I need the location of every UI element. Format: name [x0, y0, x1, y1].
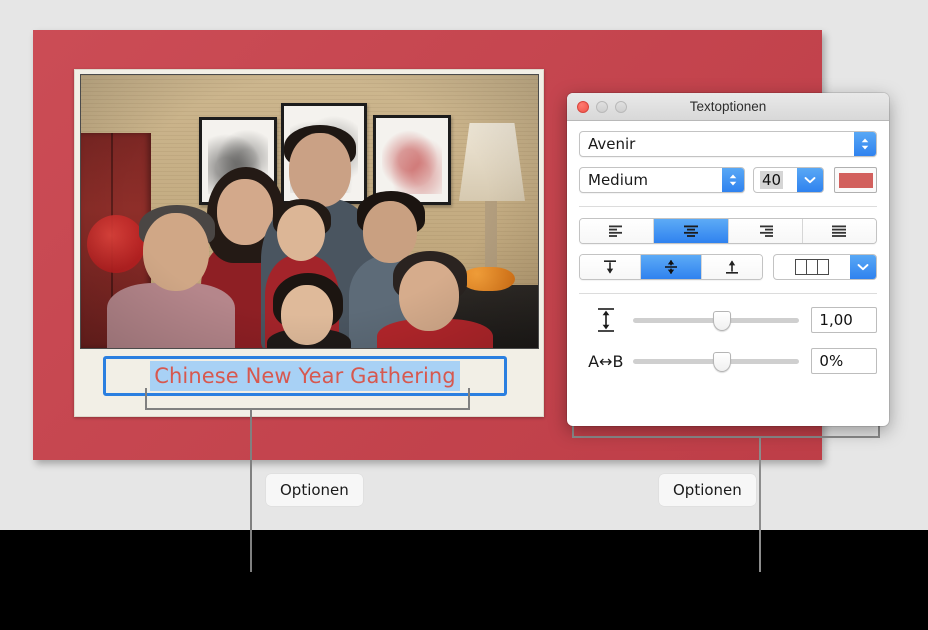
close-button[interactable]	[577, 101, 589, 113]
divider-2	[579, 293, 877, 294]
font-size-field[interactable]: 40	[753, 167, 825, 193]
font-size-value-wrap[interactable]: 40	[754, 171, 797, 189]
line-spacing-slider[interactable]	[632, 310, 800, 331]
character-spacing-icon-label: A↔B	[588, 351, 624, 371]
photo-vignette	[81, 75, 538, 348]
callout-leader-right	[759, 438, 761, 572]
font-style-stepper-icon[interactable]	[722, 168, 745, 192]
text-color-swatch	[838, 172, 873, 188]
columns-chevron-down-icon[interactable]	[850, 255, 876, 279]
text-options-panel[interactable]: Textoptionen Avenir Medium 40 1,00 A↔B 0…	[567, 93, 889, 426]
divider-1	[579, 206, 877, 207]
panel-titlebar[interactable]: Textoptionen	[567, 93, 889, 121]
photo-block[interactable]: Chinese New Year Gathering	[74, 69, 544, 417]
font-family-row: Avenir	[579, 131, 877, 157]
columns-face[interactable]	[774, 259, 850, 275]
font-family-value: Avenir	[588, 135, 636, 153]
callout-leader-left	[250, 410, 252, 572]
zoom-button[interactable]	[615, 101, 627, 113]
font-style-select[interactable]: Medium	[579, 167, 746, 193]
font-style-value: Medium	[588, 171, 648, 189]
align-top-button[interactable]	[580, 255, 641, 279]
family-photo[interactable]	[80, 74, 539, 349]
callout-bracket-left	[145, 388, 470, 410]
character-spacing-row: A↔B 0%	[579, 346, 877, 376]
vertical-alignment-segment[interactable]	[579, 254, 763, 280]
font-size-chevron-down-icon[interactable]	[797, 168, 824, 192]
line-spacing-icon	[579, 307, 633, 333]
font-family-stepper-icon[interactable]	[854, 132, 876, 156]
callout-label-right: Optionen	[659, 474, 756, 506]
character-spacing-value[interactable]: 0%	[811, 348, 877, 374]
columns-icon	[795, 259, 829, 275]
font-style-row: Medium 40	[579, 167, 877, 193]
align-justify-button[interactable]	[802, 219, 876, 243]
align-bottom-button[interactable]	[702, 255, 762, 279]
bottom-black-band	[0, 530, 928, 630]
align-right-button[interactable]	[728, 219, 803, 243]
minimize-button[interactable]	[596, 101, 608, 113]
character-spacing-knob[interactable]	[712, 352, 731, 372]
line-spacing-value[interactable]: 1,00	[811, 307, 877, 333]
caption-text[interactable]: Chinese New Year Gathering	[150, 361, 460, 391]
character-spacing-icon: A↔B	[579, 352, 633, 371]
window-controls	[577, 101, 627, 113]
horizontal-alignment-segment[interactable]	[579, 218, 877, 244]
font-size-value[interactable]: 40	[760, 171, 784, 189]
alignment-row	[579, 218, 877, 244]
text-color-well[interactable]	[834, 167, 877, 193]
align-left-button[interactable]	[580, 219, 655, 243]
columns-select[interactable]	[773, 254, 877, 280]
line-spacing-knob[interactable]	[712, 311, 731, 331]
align-center-button[interactable]	[654, 219, 729, 243]
character-spacing-slider[interactable]	[632, 351, 800, 372]
align-middle-button[interactable]	[641, 255, 702, 279]
panel-body: Avenir Medium 40 1,00 A↔B 0%	[567, 121, 889, 376]
font-family-select[interactable]: Avenir	[579, 131, 877, 157]
vertical-alignment-row	[579, 254, 877, 280]
line-spacing-row: 1,00	[579, 305, 877, 335]
callout-label-left: Optionen	[266, 474, 363, 506]
